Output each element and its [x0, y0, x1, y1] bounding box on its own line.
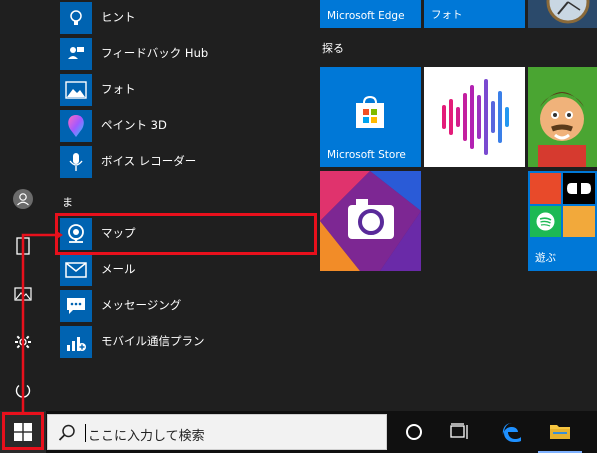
- annotation-arrow: [21, 230, 63, 412]
